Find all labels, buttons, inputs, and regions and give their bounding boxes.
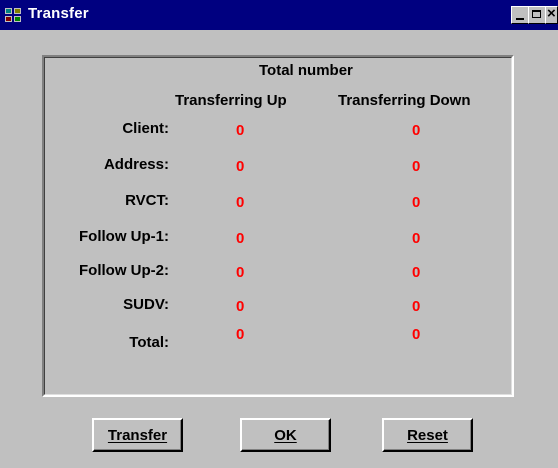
value-total-down: 0 [412, 326, 421, 343]
row-label-sudv: SUDV: [123, 296, 169, 313]
row-label-follow-up-1: Follow Up-1: [79, 228, 169, 245]
title-bar[interactable]: Transfer × [0, 0, 558, 30]
transfer-button[interactable]: Transfer [92, 418, 183, 452]
value-follow-up-2-up: 0 [236, 264, 245, 281]
value-rvct-up: 0 [236, 194, 245, 211]
ok-button[interactable]: OK [240, 418, 331, 452]
value-rvct-down: 0 [412, 194, 421, 211]
transfer-button-label: Transfer [107, 426, 168, 444]
transfer-window: Transfer × Total number Transferring Up … [0, 0, 558, 468]
value-sudv-down: 0 [412, 298, 421, 315]
value-follow-up-1-up: 0 [236, 230, 245, 247]
value-follow-up-2-down: 0 [412, 264, 421, 281]
row-label-follow-up-2: Follow Up-2: [79, 262, 169, 279]
row-label-address: Address: [103, 156, 169, 173]
value-address-up: 0 [236, 158, 245, 175]
value-sudv-up: 0 [236, 298, 245, 315]
maximize-icon [532, 10, 541, 18]
row-label-rvct: RVCT: [125, 192, 169, 209]
total-number-heading: Total number [259, 62, 353, 79]
reset-button[interactable]: Reset [382, 418, 473, 452]
minimize-button[interactable] [511, 6, 529, 24]
app-icon[interactable] [4, 6, 22, 24]
value-client-up: 0 [236, 122, 245, 139]
ok-button-label: OK [274, 426, 297, 444]
row-label-total: Total: [129, 334, 169, 351]
close-icon: × [547, 6, 556, 22]
window-title: Transfer [28, 5, 89, 22]
reset-button-label: Reset [407, 426, 448, 444]
column-header-down: Transferring Down [338, 92, 471, 109]
value-address-down: 0 [412, 158, 421, 175]
column-header-up: Transferring Up [175, 92, 287, 109]
value-total-up: 0 [236, 326, 245, 343]
minimize-icon [516, 18, 524, 20]
value-client-down: 0 [412, 122, 421, 139]
maximize-button[interactable] [528, 6, 546, 24]
value-follow-up-1-down: 0 [412, 230, 421, 247]
row-label-client: Client: [122, 120, 169, 137]
close-button[interactable]: × [545, 6, 558, 24]
